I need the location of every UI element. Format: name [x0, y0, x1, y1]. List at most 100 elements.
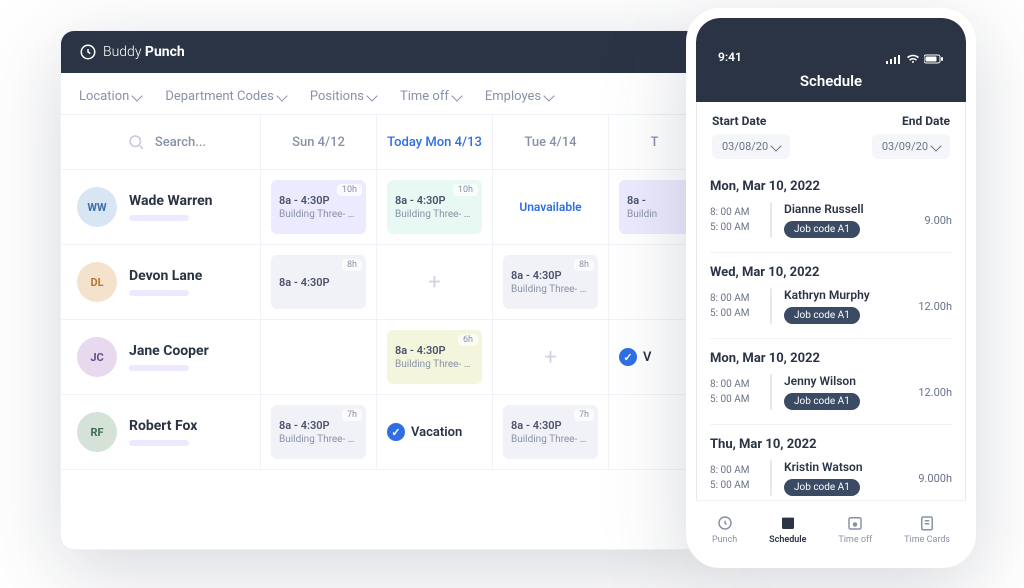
- day-cell[interactable]: Unavailable: [493, 170, 609, 244]
- employee-name: Jane Cooper: [129, 343, 209, 359]
- divider: [770, 460, 772, 496]
- day-cell[interactable]: 8a - 4:30PBuilding Three- Day6h: [377, 320, 493, 394]
- add-shift-button[interactable]: +: [503, 330, 598, 384]
- status-time: 9:41: [718, 50, 742, 64]
- vacation-pill[interactable]: ✓V: [619, 330, 651, 384]
- item-hours: 9.000h: [906, 472, 952, 485]
- start-date-picker[interactable]: 03/08/20: [712, 134, 790, 159]
- end-date-label: End Date: [902, 114, 950, 128]
- avatar: WW: [77, 187, 117, 227]
- schedule-item[interactable]: 8: 00 AM5: 00 AMJenny WilsonJob code A11…: [710, 374, 952, 425]
- date-range-row: Start Date 03/08/20 End Date 03/09/20: [696, 102, 966, 167]
- wifi-icon: [906, 54, 920, 64]
- shift-location: Building Three- Day: [511, 284, 590, 295]
- shift-location: Building Three- Day: [395, 209, 474, 220]
- chevron-down-icon: [276, 90, 287, 101]
- schedule-item[interactable]: 8: 00 AM5: 00 AMDianne RussellJob code A…: [710, 202, 952, 253]
- shift-card[interactable]: 8a - 4:30PBuilding Three- Day10h: [271, 180, 366, 234]
- shift-card[interactable]: 8a - 4:30P 8h: [271, 255, 366, 309]
- nav-punch[interactable]: Punch: [712, 514, 737, 545]
- shift-hours-badge: 8h: [342, 259, 362, 271]
- schedule-row: WWWade Warren8a - 4:30PBuilding Three- D…: [61, 170, 699, 245]
- employee-cell[interactable]: JCJane Cooper: [61, 320, 261, 394]
- nav-timeoff[interactable]: Time off: [838, 514, 872, 545]
- col-header-0: Sun 4/12: [261, 115, 377, 169]
- employee-cell[interactable]: RF Robert Fox: [61, 395, 261, 469]
- item-name: Kathryn Murphy: [784, 288, 896, 302]
- search-cell[interactable]: Search...: [61, 115, 261, 169]
- hours-bar: [129, 215, 189, 221]
- shift-card[interactable]: 8a -Buildin: [619, 180, 690, 234]
- shift-hours-badge: 10h: [453, 184, 478, 196]
- filter-bar: Location Department Codes Positions Time of…: [61, 73, 699, 114]
- col-header-2: Tue 4/14: [493, 115, 609, 169]
- filter-location[interactable]: Location: [79, 89, 141, 104]
- brand-name: Buddy Punch: [103, 44, 185, 60]
- shift-card[interactable]: 8a - 4:30PBuilding Three- Day10h: [387, 180, 482, 234]
- item-name: Jenny Wilson: [784, 374, 896, 388]
- end-date-col: End Date 03/09/20: [872, 114, 950, 159]
- shift-location: Building Three- Day: [279, 209, 358, 220]
- schedule-row: JCJane Cooper 8a - 4:30PBuilding Three- D…: [61, 320, 699, 395]
- vacation-pill[interactable]: ✓Vacation: [387, 405, 462, 459]
- filter-positions[interactable]: Positions: [310, 89, 376, 104]
- avatar: RF: [77, 412, 117, 452]
- day-cell[interactable]: 8a - 4:30PBuilding Three- Day7h: [493, 395, 609, 469]
- day-cell[interactable]: 8a - 4:30PBuilding Three- Day10h: [377, 170, 493, 244]
- end-date-picker[interactable]: 03/09/20: [872, 134, 950, 159]
- hours-bar: [129, 440, 189, 446]
- job-code-pill: Job code A1: [784, 221, 860, 238]
- unavailable-label: Unavailable: [503, 180, 598, 234]
- shift-time: 8a -: [627, 194, 682, 207]
- day-cell[interactable]: 8a - 4:30P 8h: [261, 245, 377, 319]
- phone-header: Schedule: [696, 66, 966, 102]
- schedule-item[interactable]: 8: 00 AM5: 00 AMKathryn MurphyJob code A…: [710, 288, 952, 339]
- item-hours: 12.00h: [906, 300, 952, 313]
- day-cell[interactable]: 8a - 4:30PBuilding Three- Day8h: [493, 245, 609, 319]
- start-date-col: Start Date 03/08/20: [712, 114, 790, 159]
- shift-time: 8a - 4:30P: [279, 276, 358, 289]
- day-cell[interactable]: +: [377, 245, 493, 319]
- phone-mockup: 9:41 Schedule Start Date 03/08/20 End Da…: [686, 8, 976, 568]
- avatar: DL: [77, 262, 117, 302]
- day-cell[interactable]: +: [493, 320, 609, 394]
- divider: [770, 288, 772, 324]
- phone-status-bar: 9:41: [696, 18, 966, 66]
- desktop-window: Buddy Punch Location Department Codes Posi…: [60, 30, 700, 550]
- divider: [770, 374, 772, 410]
- clock-icon: [79, 43, 97, 61]
- shift-card[interactable]: 8a - 4:30PBuilding Three- Day7h: [271, 405, 366, 459]
- shift-hours-badge: 10h: [337, 184, 362, 196]
- chevron-down-icon: [132, 90, 143, 101]
- filter-employes[interactable]: Employes: [485, 89, 553, 104]
- filter-department-codes[interactable]: Department Codes: [165, 89, 286, 104]
- day-cell[interactable]: [261, 320, 377, 394]
- shift-hours-badge: 8h: [574, 259, 594, 271]
- shift-card[interactable]: 8a - 4:30PBuilding Three- Day6h: [387, 330, 482, 384]
- employee-name: Robert Fox: [129, 418, 197, 434]
- item-times: 8: 00 AM5: 00 AM: [710, 463, 760, 493]
- shift-card[interactable]: 8a - 4:30PBuilding Three- Day8h: [503, 255, 598, 309]
- day-cell[interactable]: 8a - 4:30PBuilding Three- Day10h: [261, 170, 377, 244]
- filter-time-off[interactable]: Time off: [400, 89, 461, 104]
- day-header: Wed, Mar 10, 2022: [710, 253, 952, 288]
- check-icon: ✓: [387, 423, 405, 441]
- app-topbar: Buddy Punch: [61, 31, 699, 73]
- shift-location: Building Three- Day: [395, 359, 474, 370]
- item-hours: 9.00h: [906, 214, 952, 227]
- shift-card[interactable]: 8a - 4:30PBuilding Three- Day7h: [503, 405, 598, 459]
- employee-name: Devon Lane: [129, 268, 202, 284]
- add-shift-button[interactable]: +: [387, 255, 482, 309]
- nav-schedule[interactable]: Schedule: [769, 514, 806, 545]
- item-name: Dianne Russell: [784, 202, 896, 216]
- clock-icon: [716, 514, 734, 532]
- check-icon: ✓: [619, 348, 637, 366]
- day-cell[interactable]: ✓Vacation: [377, 395, 493, 469]
- day-cell[interactable]: 8a - 4:30PBuilding Three- Day7h: [261, 395, 377, 469]
- phone-schedule-list[interactable]: Mon, Mar 10, 20228: 00 AM5: 00 AMDianne …: [696, 167, 966, 510]
- day-header: Thu, Mar 10, 2022: [710, 425, 952, 460]
- nav-timecards[interactable]: Time Cards: [904, 514, 950, 545]
- employee-cell[interactable]: DL Devon Lane: [61, 245, 261, 319]
- employee-cell[interactable]: WWWade Warren: [61, 170, 261, 244]
- col-header-1: Today Mon 4/13: [377, 115, 493, 169]
